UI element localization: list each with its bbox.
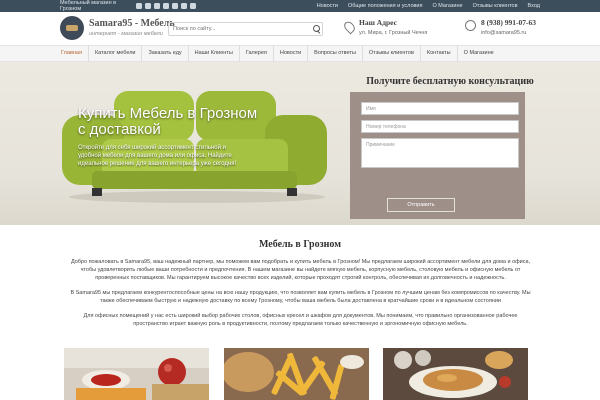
food-photo-meat[interactable] <box>383 348 528 400</box>
telegram-icon[interactable] <box>172 3 178 9</box>
top-link-reviews[interactable]: Отзывы клиентов <box>473 3 518 9</box>
address-title: Наш Адрес <box>359 18 397 27</box>
logo-title: Samara95 - Мебель <box>89 17 175 29</box>
address-line: ул. Мира, г. Грозный Чечня <box>359 30 428 36</box>
pricing-paragraph: В Samara95 мы предлагаем конкурентоспосо… <box>70 290 531 304</box>
logo-icon <box>60 16 84 40</box>
search-box <box>168 22 323 36</box>
top-link-login[interactable]: Вход <box>528 3 540 9</box>
hero-text: Откройте для себя широкий ассортимент ст… <box>78 145 237 167</box>
search-icon[interactable] <box>312 23 322 35</box>
vk-icon[interactable] <box>136 3 142 9</box>
top-link-news[interactable]: Новости <box>317 3 338 9</box>
intro-paragraph: Добро пожаловать в Samara95, ваш надежны… <box>70 259 531 281</box>
top-bar: Мебельный магазин в Грозном Новости Общи… <box>0 0 600 12</box>
nav-item-news[interactable]: Новости <box>274 46 309 61</box>
phone-number[interactable]: 8 (938) 991-07-63 <box>481 18 536 27</box>
nav-item-clients[interactable]: Наши Клиенты <box>189 46 240 61</box>
content-section: Мебель в Грозном Добро пожаловать в Sama… <box>0 225 600 400</box>
youtube-icon[interactable] <box>154 3 160 9</box>
social-links <box>136 3 196 9</box>
instagram-icon[interactable] <box>190 3 196 9</box>
site-logo[interactable]: Samara95 - Мебель интернет - магазин меб… <box>60 16 175 40</box>
nav-item-order-food[interactable]: Заказать еду <box>142 46 189 61</box>
food-photo-fries[interactable] <box>224 348 369 400</box>
note-field[interactable]: Примечание <box>361 138 519 168</box>
phone-field[interactable]: Номер телефона <box>361 120 519 133</box>
main-nav: Главная Каталог мебели Заказать еду Наши… <box>0 45 600 62</box>
address-block: Наш Адрес ул. Мира, г. Грозный Чечня <box>342 18 428 36</box>
location-pin-icon <box>342 19 357 35</box>
search-input[interactable] <box>169 23 312 35</box>
top-tagline: Мебельный магазин в Грозном <box>60 0 117 12</box>
office-paragraph: Для офисных помещений у нас есть широкий… <box>83 313 518 327</box>
contact-block: 8 (938) 991-07-63 info@samara95.ru <box>465 18 536 36</box>
consultation-form: Имя Номер телефона Примечание Отправить <box>350 92 525 219</box>
nav-item-home[interactable]: Главная <box>55 46 89 61</box>
food-photo-sauces[interactable] <box>64 348 209 400</box>
nav-item-about[interactable]: О Магазине <box>458 46 500 61</box>
logo-subtitle: интернет - магазин мебели <box>89 30 163 37</box>
email-link[interactable]: info@samara95.ru <box>481 30 536 36</box>
nav-item-gallery[interactable]: Галерея <box>240 46 274 61</box>
consultation-title: Получите бесплатную консультацию <box>366 76 534 87</box>
top-link-terms[interactable]: Общие положения и условия <box>348 3 423 9</box>
nav-item-catalog[interactable]: Каталог мебели <box>89 46 143 61</box>
site-header: Samara95 - Мебель интернет - магазин меб… <box>0 12 600 45</box>
nav-item-reviews[interactable]: Отзывы клиентов <box>363 46 421 61</box>
phone-icon <box>465 20 476 31</box>
odnoklassniki-icon[interactable] <box>181 3 187 9</box>
facebook-icon[interactable] <box>145 3 151 9</box>
name-field[interactable]: Имя <box>361 102 519 115</box>
submit-button[interactable]: Отправить <box>387 198 455 212</box>
hero-title: Купить Мебель в Грозном с доставкой <box>78 105 258 138</box>
top-link-about[interactable]: О Магазине <box>432 3 462 9</box>
hero-banner: Купить Мебель в Грозном с доставкой Откр… <box>0 62 600 225</box>
whatsapp-icon[interactable] <box>163 3 169 9</box>
section-title: Мебель в Грозном <box>258 239 342 250</box>
top-links: Новости Общие положения и условия О Мага… <box>317 3 540 9</box>
nav-item-faq[interactable]: Вопросы ответы <box>308 46 363 61</box>
nav-item-contacts[interactable]: Контакты <box>421 46 458 61</box>
